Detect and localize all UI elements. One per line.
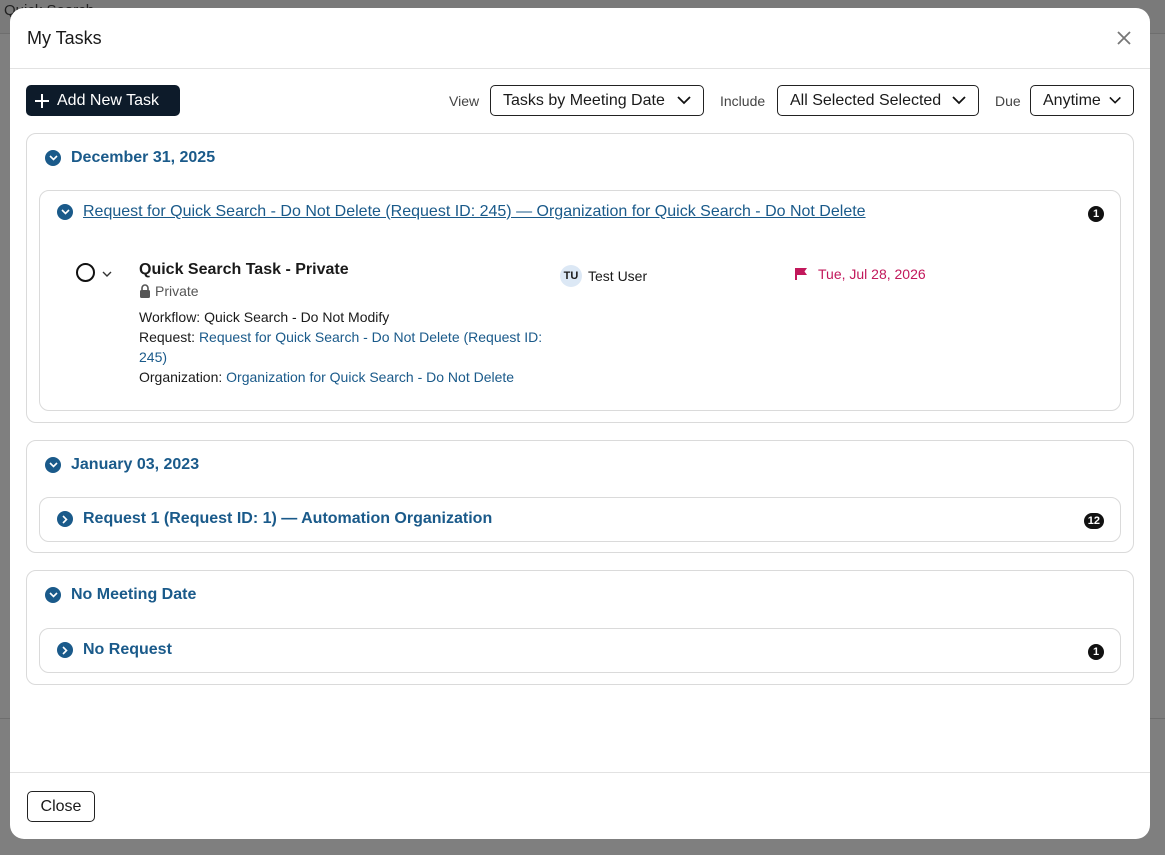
chevron-down-icon [677, 96, 691, 105]
task-workflow-value: Quick Search - Do Not Modify [204, 309, 390, 325]
task-organization-label: Organization: [139, 369, 223, 385]
task-title[interactable]: Quick Search Task - Private [139, 261, 349, 279]
due-select[interactable]: Anytime [1030, 85, 1134, 116]
chevron-down-icon [45, 587, 61, 603]
add-new-task-label: Add New Task [57, 91, 159, 109]
task-organization-link[interactable]: Organization for Quick Search - Do Not D… [226, 369, 514, 385]
request-header[interactable]: Request for Quick Search - Do Not Delete… [57, 203, 866, 221]
date-group-label: January 03, 2023 [71, 456, 200, 473]
request-title: No Request [83, 641, 172, 658]
task-request-link[interactable]: Request for Quick Search - Do Not Delete… [139, 329, 542, 365]
request-title: Request 1 (Request ID: 1) — Automation O… [83, 510, 493, 527]
flag-icon [795, 268, 807, 280]
task-meta: Workflow: Quick Search - Do Not Modify R… [139, 307, 559, 387]
date-group-no-meeting-date: No Meeting Date No Request 1 [26, 570, 1134, 685]
date-group-header[interactable]: No Meeting Date [45, 586, 196, 604]
task-count-badge: 1 [1088, 206, 1104, 222]
task-request: Request: Request for Quick Search - Do N… [139, 327, 559, 367]
request-header[interactable]: Request 1 (Request ID: 1) — Automation O… [57, 510, 492, 528]
request-title-link[interactable]: Request for Quick Search - Do Not Delete… [83, 203, 866, 221]
lock-icon [140, 284, 150, 298]
chevron-down-icon [1109, 96, 1121, 104]
close-icon[interactable] [1112, 26, 1136, 50]
task-count-badge: 1 [1088, 644, 1104, 660]
my-tasks-modal: My Tasks Add New Task View Tasks by Meet… [10, 8, 1150, 839]
date-group-label: December 31, 2025 [71, 149, 216, 166]
date-group-january-03-2023: January 03, 2023 Request 1 (Request ID: … [26, 440, 1134, 553]
task-complete-checkbox[interactable] [76, 263, 95, 282]
include-select[interactable]: All Selected Selected [777, 85, 979, 116]
task-row: Quick Search Task - Private Private Work… [76, 255, 1106, 395]
task-assignee: TU Test User [560, 265, 647, 287]
plus-icon [35, 93, 49, 108]
task-workflow-label: Workflow: [139, 309, 201, 325]
chevron-down-icon [952, 96, 966, 105]
request-card[interactable]: Request 1 (Request ID: 1) — Automation O… [39, 497, 1121, 542]
chevron-down-icon[interactable] [102, 265, 112, 283]
date-group-header[interactable]: December 31, 2025 [45, 149, 215, 167]
modal-header: My Tasks [10, 8, 1150, 69]
due-date: Tue, Jul 28, 2026 [818, 266, 926, 282]
chevron-right-icon [57, 511, 73, 527]
task-organization: Organization: Organization for Quick Sea… [139, 367, 559, 387]
view-select[interactable]: Tasks by Meeting Date [490, 85, 704, 116]
view-filter-label: View [449, 93, 480, 109]
tasks-toolbar: Add New Task View Tasks by Meeting Date … [26, 85, 1134, 117]
view-select-value: Tasks by Meeting Date [503, 91, 665, 109]
date-group-december-31-2025: December 31, 2025 Request for Quick Sear… [26, 133, 1134, 423]
request-card: Request for Quick Search - Do Not Delete… [39, 190, 1121, 411]
task-due: Tue, Jul 28, 2026 [794, 266, 926, 282]
chevron-down-icon [57, 204, 73, 220]
task-count-badge: 12 [1083, 513, 1104, 529]
chevron-down-icon [45, 150, 61, 166]
include-filter-label: Include [720, 93, 766, 109]
date-group-label: No Meeting Date [71, 586, 197, 603]
task-request-label: Request: [139, 329, 196, 345]
add-new-task-button[interactable]: Add New Task [26, 85, 180, 116]
close-button[interactable]: Close [27, 791, 95, 822]
due-select-value: Anytime [1043, 91, 1101, 109]
include-select-value: All Selected Selected [790, 91, 942, 109]
avatar: TU [560, 265, 582, 287]
date-group-header[interactable]: January 03, 2023 [45, 456, 199, 474]
task-privacy: Private [139, 283, 199, 299]
modal-footer: Close [10, 772, 1150, 839]
chevron-down-icon [45, 457, 61, 473]
chevron-right-icon [57, 642, 73, 658]
due-filter-label: Due [995, 93, 1021, 109]
request-header[interactable]: No Request [57, 641, 172, 659]
modal-title: My Tasks [27, 28, 102, 48]
request-card[interactable]: No Request 1 [39, 628, 1121, 673]
task-privacy-label: Private [155, 283, 199, 299]
assignee-name: Test User [588, 268, 648, 284]
task-workflow: Workflow: Quick Search - Do Not Modify [139, 307, 559, 327]
